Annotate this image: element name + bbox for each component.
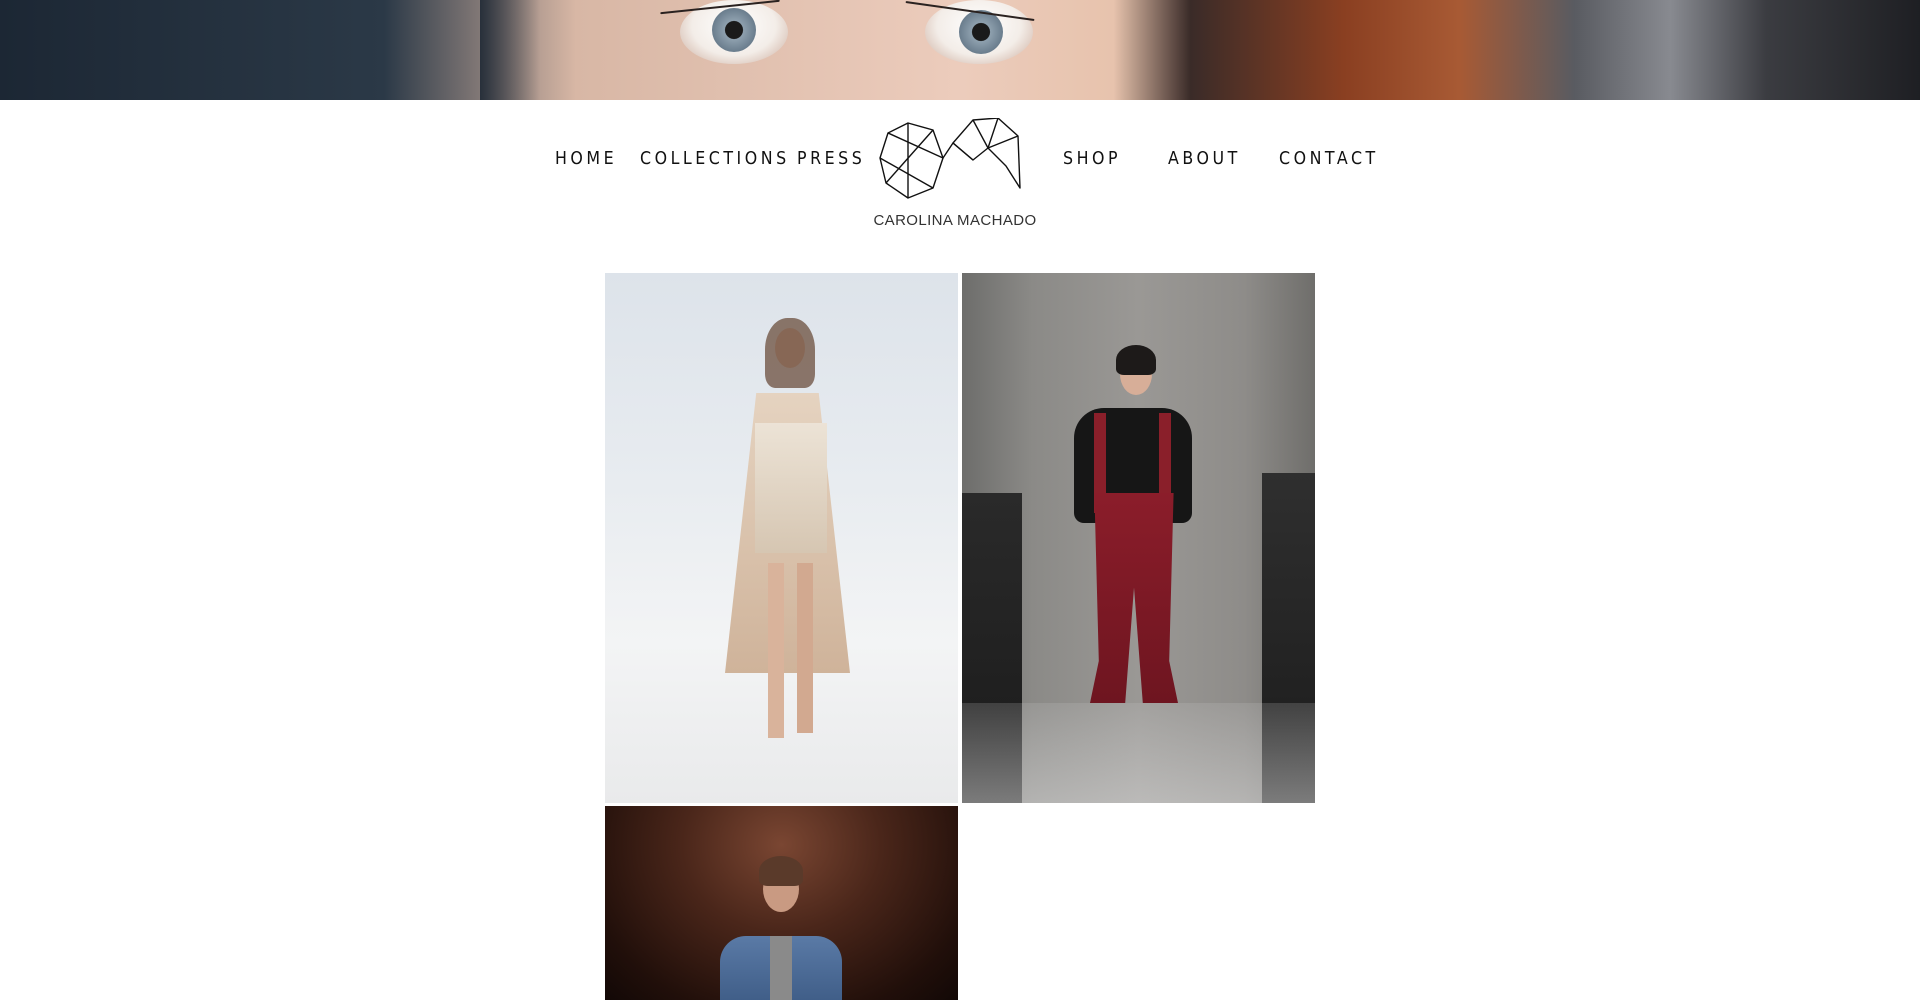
hero-right-eye xyxy=(925,0,1033,64)
model-inner-top xyxy=(770,936,792,1000)
model-leg-left xyxy=(768,563,784,738)
page: HOME COLLECTIONS PRESS CAROLINA MACHADO … xyxy=(0,0,1920,1000)
hero-banner-image xyxy=(0,0,1920,100)
hero-hair-shadow-left xyxy=(480,0,540,100)
nav-about[interactable]: ABOUT xyxy=(1168,148,1241,169)
runway-floor xyxy=(962,703,1315,803)
nav-home[interactable]: HOME xyxy=(555,148,617,169)
model-trousers xyxy=(1090,493,1178,703)
gallery-image-beige-look[interactable] xyxy=(605,273,958,803)
model-dress xyxy=(755,423,827,553)
nav-press[interactable]: PRESS xyxy=(797,148,865,169)
nav-contact[interactable]: CONTACT xyxy=(1279,148,1379,169)
gallery-image-blue-coat-look[interactable] xyxy=(605,806,958,1000)
nav-collections[interactable]: COLLECTIONS xyxy=(640,148,790,169)
model-hair xyxy=(759,856,803,886)
model-hair xyxy=(765,318,815,388)
gallery-image-burgundy-look[interactable] xyxy=(962,273,1315,803)
hero-left-iris xyxy=(712,8,756,52)
model-leg-right xyxy=(797,563,813,733)
model-hair xyxy=(1116,345,1156,375)
hero-right-iris xyxy=(959,10,1003,54)
nav-shop[interactable]: SHOP xyxy=(1063,148,1121,169)
brand-name: CAROLINA MACHADO xyxy=(873,212,1037,229)
